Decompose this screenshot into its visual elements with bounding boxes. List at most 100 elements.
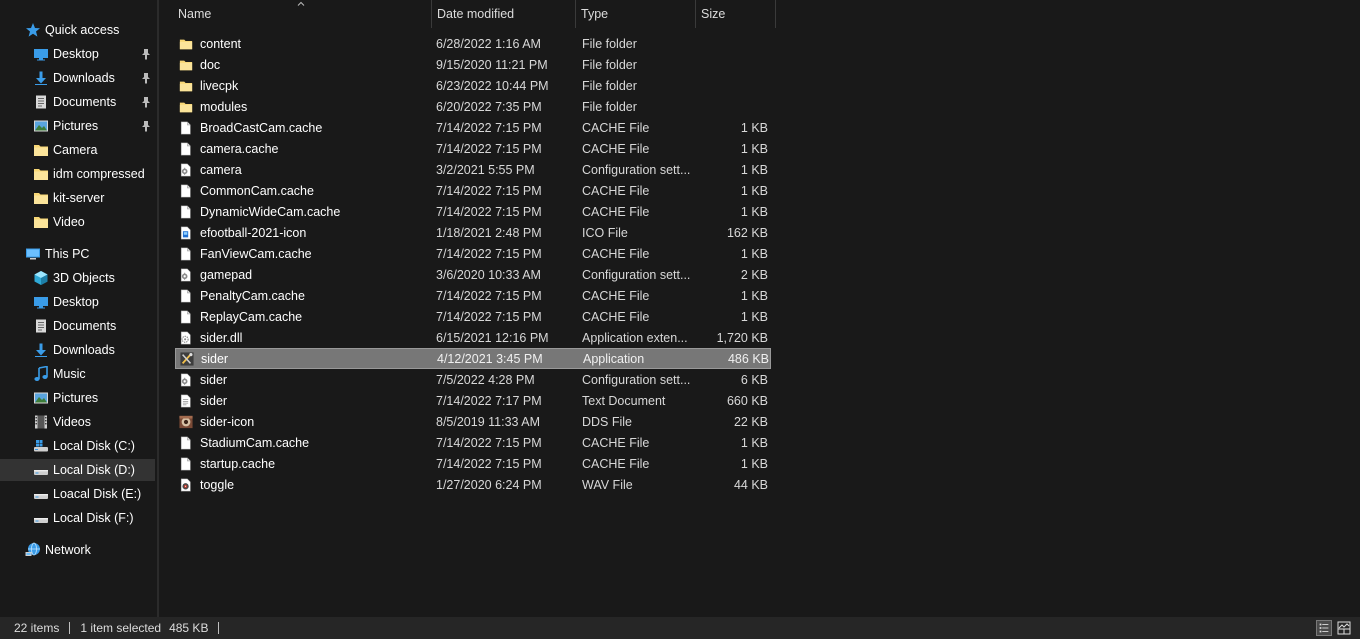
file-name: PenaltyCam.cache xyxy=(200,288,305,303)
file-name: efootball-2021-icon xyxy=(200,225,307,240)
star-icon xyxy=(25,22,41,38)
file-row[interactable]: sider 7/5/2022 4:28 PM Configuration set… xyxy=(175,369,771,390)
nav-quick-camera[interactable]: Camera xyxy=(0,139,155,161)
nav-pc-local-disk-f[interactable]: Local Disk (F:) xyxy=(0,507,155,529)
nav-pc-3d-objects[interactable]: 3D Objects xyxy=(0,267,155,289)
file-size: 44 KB xyxy=(697,478,768,492)
file-size-text: 1 KB xyxy=(740,204,768,219)
file-row[interactable]: gamepad 3/6/2020 10:33 AM Configuration … xyxy=(175,264,771,285)
file-row[interactable]: sider.dll 6/15/2021 12:16 PM Application… xyxy=(175,327,771,348)
file-row[interactable]: BroadCastCam.cache 7/14/2022 7:15 PM CAC… xyxy=(175,117,771,138)
file-name-cell: modules xyxy=(175,99,433,115)
file-row[interactable]: modules 6/20/2022 7:35 PM File folder xyxy=(175,96,771,117)
download-icon xyxy=(33,342,49,358)
file-date-text: 4/12/2021 3:45 PM xyxy=(437,351,543,366)
file-icon xyxy=(179,246,193,262)
large-icons-view-button[interactable] xyxy=(1336,620,1352,636)
nav-pc-music[interactable]: Music xyxy=(0,363,155,385)
file-size-text: 1 KB xyxy=(740,183,768,198)
nav-quick-video[interactable]: Video xyxy=(0,211,155,233)
nav-pc-local-disk-d[interactable]: Local Disk (D:) xyxy=(0,459,155,481)
nav-network[interactable]: Network xyxy=(0,539,155,561)
file-icon xyxy=(179,120,193,136)
file-row[interactable]: DynamicWideCam.cache 7/14/2022 7:15 PM C… xyxy=(175,201,771,222)
file-row[interactable]: camera 3/2/2021 5:55 PM Configuration se… xyxy=(175,159,771,180)
nav-quick-downloads[interactable]: Downloads xyxy=(0,67,155,89)
pin-icon xyxy=(141,72,151,84)
file-date: 6/23/2022 10:44 PM xyxy=(433,79,577,93)
file-icon xyxy=(179,456,193,472)
nav-quick-documents[interactable]: Documents xyxy=(0,91,155,113)
file-size: 1 KB xyxy=(697,289,768,303)
download-icon xyxy=(33,70,49,86)
column-header-type[interactable]: Type xyxy=(576,0,696,28)
pin-icon xyxy=(141,48,151,60)
nav-pc-documents[interactable]: Documents xyxy=(0,315,155,337)
file-name: StadiumCam.cache xyxy=(200,435,310,450)
nav-pc-videos[interactable]: Videos xyxy=(0,411,155,433)
file-row[interactable]: livecpk 6/23/2022 10:44 PM File folder xyxy=(175,75,771,96)
file-size: 1 KB xyxy=(697,205,768,219)
file-size-text: 1 KB xyxy=(740,141,768,156)
nav-pc-downloads[interactable]: Downloads xyxy=(0,339,155,361)
nav-quick-access[interactable]: Quick access xyxy=(0,19,155,41)
file-type-text: File folder xyxy=(582,57,637,72)
3d-objects-icon xyxy=(33,270,49,286)
config-file-icon xyxy=(179,372,193,388)
file-size-text: 486 KB xyxy=(727,351,769,366)
file-date-text: 7/14/2022 7:15 PM xyxy=(436,204,542,219)
column-header-date-modified[interactable]: Date modified xyxy=(432,0,576,28)
file-row[interactable]: sider 4/12/2021 3:45 PM Application 486 … xyxy=(175,348,771,369)
navigation-pane: Quick access Desktop Downloads Documents Pic… xyxy=(0,0,157,617)
nav-quick-pictures[interactable]: Pictures xyxy=(0,115,155,137)
folder-icon xyxy=(33,214,49,230)
file-row[interactable]: startup.cache 7/14/2022 7:15 PM CACHE Fi… xyxy=(175,453,771,474)
file-row[interactable]: CommonCam.cache 7/14/2022 7:15 PM CACHE … xyxy=(175,180,771,201)
nav-quick-desktop[interactable]: Desktop xyxy=(0,43,155,65)
nav-pc-desktop[interactable]: Desktop xyxy=(0,291,155,313)
details-view-button[interactable] xyxy=(1316,620,1332,636)
file-row[interactable]: camera.cache 7/14/2022 7:15 PM CACHE Fil… xyxy=(175,138,771,159)
file-row[interactable]: PenaltyCam.cache 7/14/2022 7:15 PM CACHE… xyxy=(175,285,771,306)
file-date: 9/15/2020 11:21 PM xyxy=(433,58,577,72)
file-date: 7/14/2022 7:15 PM xyxy=(433,310,577,324)
nav-pc-loacal-disk-e[interactable]: Loacal Disk (E:) xyxy=(0,483,155,505)
nav-label: Downloads xyxy=(53,71,115,85)
folder-icon xyxy=(33,166,49,182)
file-row[interactable]: sider 7/14/2022 7:17 PM Text Document 66… xyxy=(175,390,771,411)
file-date: 7/14/2022 7:15 PM xyxy=(433,247,577,261)
file-name: gamepad xyxy=(200,267,253,282)
file-type: Configuration sett... xyxy=(577,268,697,282)
view-switcher xyxy=(1316,620,1352,636)
file-row[interactable]: toggle 1/27/2020 6:24 PM WAV File 44 KB xyxy=(175,474,771,495)
file-row[interactable]: doc 9/15/2020 11:21 PM File folder xyxy=(175,54,771,75)
file-row[interactable]: efootball-2021-icon 1/18/2021 2:48 PM IC… xyxy=(175,222,771,243)
videos-icon xyxy=(33,414,49,430)
nav-quick-idm-compressed[interactable]: idm compressed xyxy=(0,163,155,185)
nav-pc-local-disk-c[interactable]: Local Disk (C:) xyxy=(0,435,155,457)
file-type-text: CACHE File xyxy=(582,204,650,219)
pin-icon xyxy=(141,96,151,108)
file-type-text: WAV File xyxy=(582,477,633,492)
file-type: CACHE File xyxy=(577,457,697,471)
file-type: Configuration sett... xyxy=(577,163,697,177)
file-row[interactable]: StadiumCam.cache 7/14/2022 7:15 PM CACHE… xyxy=(175,432,771,453)
file-date-text: 7/14/2022 7:15 PM xyxy=(436,246,542,261)
file-date-text: 7/14/2022 7:15 PM xyxy=(436,120,542,135)
column-header-size[interactable]: Size xyxy=(696,0,776,28)
file-row[interactable]: FanViewCam.cache 7/14/2022 7:15 PM CACHE… xyxy=(175,243,771,264)
file-type: Application xyxy=(578,352,698,366)
file-row[interactable]: content 6/28/2022 1:16 AM File folder xyxy=(175,33,771,54)
file-name: content xyxy=(200,36,242,51)
file-row[interactable]: ReplayCam.cache 7/14/2022 7:15 PM CACHE … xyxy=(175,306,771,327)
nav-this-pc[interactable]: This PC xyxy=(0,243,155,265)
file-size: 1 KB xyxy=(697,310,768,324)
status-separator xyxy=(218,622,220,634)
nav-pc-pictures[interactable]: Pictures xyxy=(0,387,155,409)
file-date: 1/18/2021 2:48 PM xyxy=(433,226,577,240)
file-name-cell: sider xyxy=(175,393,433,409)
file-date: 7/14/2022 7:15 PM xyxy=(433,121,577,135)
file-row[interactable]: sider-icon 8/5/2019 11:33 AM DDS File 22… xyxy=(175,411,771,432)
nav-quick-kit-server[interactable]: kit-server xyxy=(0,187,155,209)
file-size-text: 2 KB xyxy=(740,267,768,282)
